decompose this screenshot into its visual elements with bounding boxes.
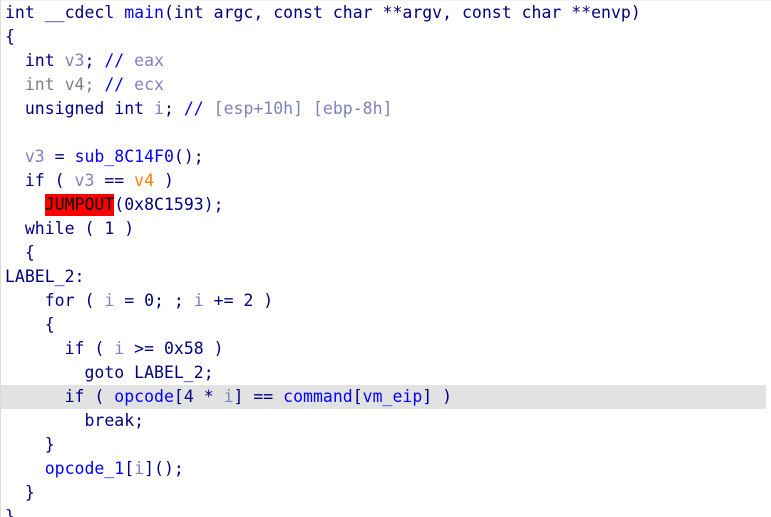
code-line[interactable]: if ( i >= 0x58 ): [1, 337, 771, 361]
code-line[interactable]: [1, 121, 771, 145]
code-token: {: [5, 243, 35, 262]
code-line[interactable]: {: [1, 25, 771, 49]
code-token: }: [5, 507, 15, 517]
code-token[interactable]: //: [104, 75, 134, 94]
code-token[interactable]: i: [134, 459, 144, 478]
code-token[interactable]: command: [283, 387, 353, 406]
code-line[interactable]: int v4; // ecx: [1, 73, 771, 97]
code-line[interactable]: unsigned int i; // [esp+10h] [ebp-8h]: [1, 97, 771, 121]
code-line[interactable]: break;: [1, 409, 771, 433]
code-token: ;: [203, 363, 214, 382]
code-token: ==: [94, 171, 135, 190]
code-line[interactable]: LABEL_2:: [1, 265, 771, 289]
code-token[interactable]: [esp+10h] [ebp-8h]: [214, 99, 393, 118]
code-line[interactable]: }: [1, 433, 771, 457]
code-token: if (: [5, 171, 75, 190]
code-line[interactable]: v3 = sub_8C14F0();: [1, 145, 771, 169]
code-line[interactable]: }: [1, 481, 771, 505]
code-token: >= 0x58 ): [124, 339, 224, 358]
code-line[interactable]: JUMPOUT(0x8C1593);: [1, 193, 771, 217]
code-token: if (: [5, 387, 115, 406]
code-token: =: [44, 147, 75, 166]
code-token[interactable]: i: [224, 387, 234, 406]
code-token: ]();: [144, 459, 184, 478]
code-token[interactable]: vm_eip: [363, 387, 423, 406]
code-token: while ( 1 ): [5, 219, 135, 238]
code-token: if (: [5, 339, 115, 358]
code-token: (0x8C1593);: [114, 195, 224, 214]
code-token: for (: [5, 291, 105, 310]
code-token: ): [154, 171, 174, 190]
code-line[interactable]: }: [1, 505, 771, 517]
code-token[interactable]: opcode: [114, 387, 174, 406]
code-token: int: [5, 51, 65, 70]
code-token: [4 *: [173, 387, 224, 406]
code-token[interactable]: v3: [25, 147, 45, 166]
code-token: += 2 ): [203, 291, 274, 310]
code-token: }: [5, 435, 55, 454]
code-token[interactable]: v3: [65, 51, 85, 70]
code-token[interactable]: sub_8C14F0: [75, 147, 174, 166]
code-token[interactable]: //: [104, 51, 134, 70]
code-token: ();: [173, 147, 204, 166]
code-line[interactable]: goto LABEL_2;: [1, 361, 771, 385]
code-token[interactable]: i: [114, 339, 124, 358]
code-line-current[interactable]: if ( opcode[4 * i] == command[vm_eip] ): [1, 385, 766, 409]
code-token: {: [5, 27, 15, 46]
code-token[interactable]: i: [154, 99, 164, 118]
code-line[interactable]: if ( v3 == v4 ): [1, 169, 771, 193]
code-line[interactable]: for ( i = 0; ; i += 2 ): [1, 289, 771, 313]
code-line[interactable]: int v3; // eax: [1, 49, 771, 73]
code-token[interactable]: i: [194, 291, 204, 310]
code-line[interactable]: int __cdecl main(int argc, const char **…: [1, 1, 771, 25]
code-token: ;: [163, 99, 184, 118]
code-token: goto: [5, 363, 135, 382]
code-token[interactable]: ;: [84, 75, 104, 94]
code-token[interactable]: //: [184, 99, 214, 118]
code-token[interactable]: v3: [75, 171, 95, 190]
code-token[interactable]: LABEL_2: [134, 363, 204, 382]
code-token[interactable]: ecx: [134, 75, 164, 94]
code-token: = 0; ;: [114, 291, 194, 310]
code-token: unsigned int: [5, 99, 155, 118]
code-token: }: [5, 483, 35, 502]
code-line[interactable]: while ( 1 ): [1, 217, 771, 241]
code-token: (int argc, const char **argv, const char…: [163, 3, 641, 22]
code-token: {: [5, 315, 55, 334]
code-token: int __cdecl: [5, 3, 125, 22]
code-token: ;: [84, 51, 105, 70]
code-body[interactable]: int __cdecl main(int argc, const char **…: [1, 1, 771, 517]
code-token: ] ): [422, 387, 453, 406]
code-line[interactable]: {: [1, 241, 771, 265]
code-line[interactable]: opcode_1[i]();: [1, 457, 771, 481]
code-token[interactable]: JUMPOUT: [44, 194, 115, 216]
code-token[interactable]: int v4: [5, 75, 85, 94]
code-token[interactable]: i: [104, 291, 114, 310]
code-token: ] ==: [233, 387, 284, 406]
code-token: [: [352, 387, 363, 406]
pseudocode-view[interactable]: int __cdecl main(int argc, const char **…: [0, 0, 771, 517]
code-token: break;: [5, 411, 145, 430]
code-line[interactable]: {: [1, 313, 771, 337]
code-token[interactable]: main: [124, 3, 164, 22]
code-token[interactable]: LABEL_2:: [5, 267, 84, 286]
code-token[interactable]: opcode_1: [45, 459, 124, 478]
code-token: [: [124, 459, 135, 478]
code-token[interactable]: eax: [134, 51, 164, 70]
code-token[interactable]: v4: [134, 171, 154, 190]
